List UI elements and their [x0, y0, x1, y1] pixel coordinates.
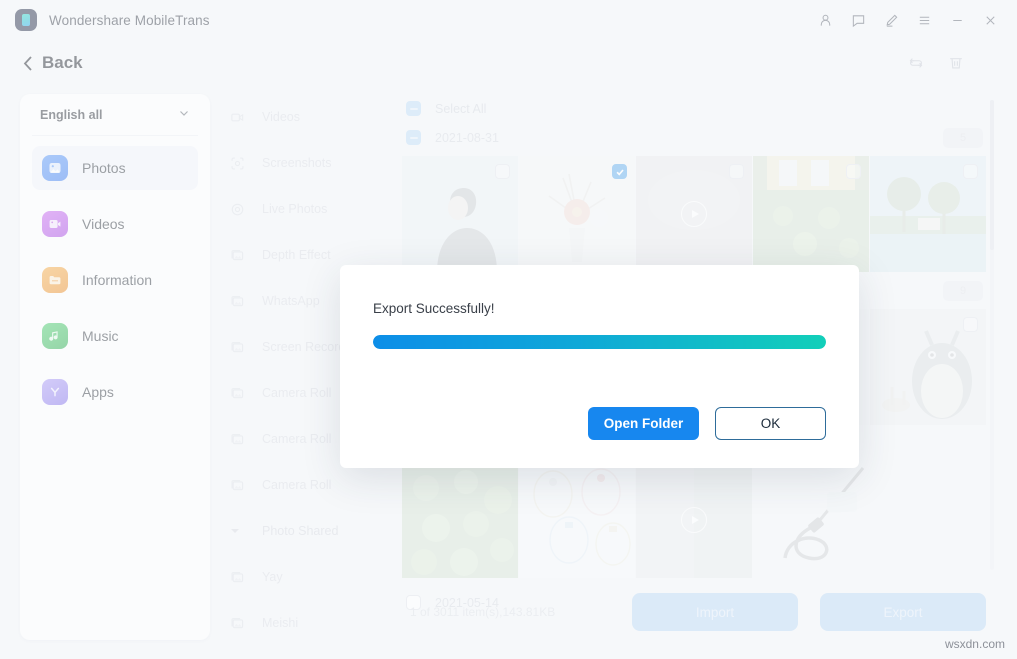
- site-watermark: wsxdn.com: [945, 637, 1005, 651]
- export-success-dialog: Export Successfully! Open Folder OK: [340, 265, 859, 468]
- ok-button[interactable]: OK: [715, 407, 826, 440]
- dialog-title: Export Successfully!: [373, 301, 826, 316]
- application-window: Wondershare MobileTrans: [0, 0, 1017, 659]
- dialog-actions: Open Folder OK: [340, 407, 859, 440]
- open-folder-button[interactable]: Open Folder: [588, 407, 699, 440]
- progress-track: [373, 335, 826, 349]
- progress-bar-fill: [373, 335, 826, 349]
